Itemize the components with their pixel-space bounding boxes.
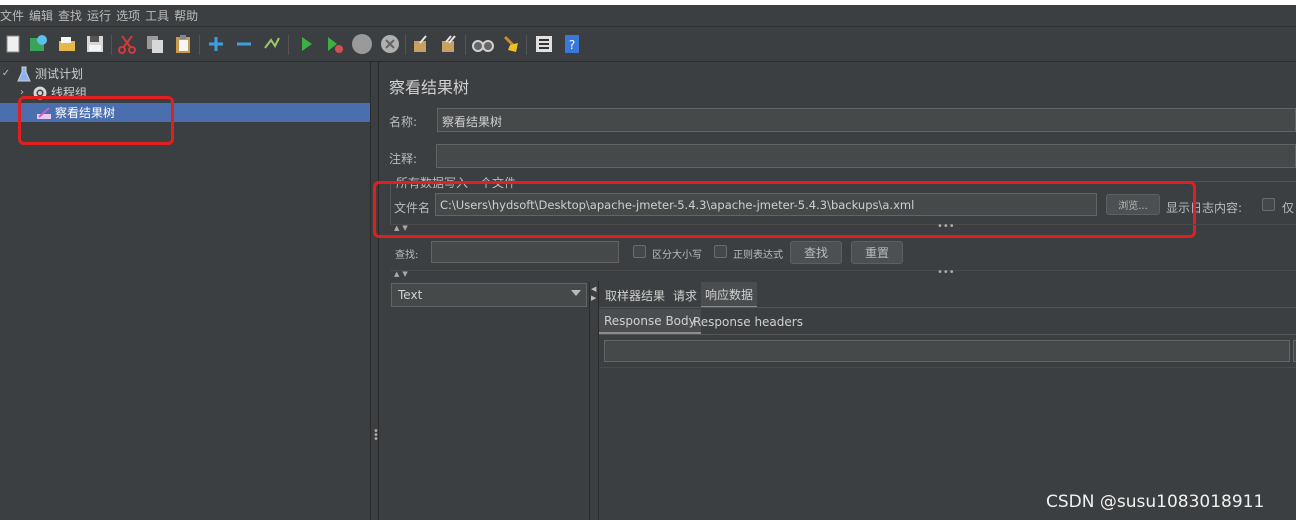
copy-icon[interactable] <box>144 33 166 55</box>
tree-node-label: 测试计划 <box>35 67 84 81</box>
save-icon[interactable] <box>84 33 106 55</box>
response-body-top <box>599 367 1296 368</box>
new-icon[interactable] <box>2 33 24 55</box>
case-sensitive-checkbox[interactable] <box>633 245 646 258</box>
menu-help[interactable]: 帮助 <box>174 7 203 24</box>
toggle-icon[interactable] <box>261 33 283 55</box>
divider <box>390 270 1296 276</box>
divider <box>390 224 1296 230</box>
menu-options[interactable]: 选项 <box>116 7 145 24</box>
renderer-select[interactable]: Text <box>391 283 587 307</box>
search-field[interactable] <box>431 241 619 263</box>
results-list[interactable] <box>390 282 590 520</box>
toolbar-separator <box>526 35 527 55</box>
pane-splitter[interactable] <box>370 62 379 520</box>
clear-icon[interactable] <box>410 33 432 55</box>
menu-edit[interactable]: 编辑 <box>29 7 58 24</box>
function-helper-icon[interactable] <box>533 33 555 55</box>
splitter-grip[interactable]: • • • <box>373 427 379 445</box>
tree-node-test-plan[interactable]: ✓ 测试计划 <box>0 64 370 83</box>
toolbar-separator <box>465 35 466 55</box>
tab-underline <box>599 307 1296 308</box>
start-no-pause-icon[interactable] <box>323 33 345 55</box>
cut-icon[interactable] <box>116 33 138 55</box>
tab-sampler-result[interactable]: 取样器结果 <box>601 282 669 308</box>
find-button[interactable]: 查找 <box>790 241 842 264</box>
reset-search-icon[interactable] <box>500 33 522 55</box>
case-sensitive-label: 区分大小写 <box>652 250 702 261</box>
toolbar-separator <box>288 35 289 55</box>
start-icon[interactable] <box>295 33 317 55</box>
toolbar-separator <box>199 35 200 55</box>
toolbar-separator <box>111 35 112 55</box>
divider-arrows[interactable]: ▲▼ <box>394 270 411 278</box>
subtab-underline <box>599 334 1296 335</box>
search-icon[interactable] <box>472 33 494 55</box>
stop-icon[interactable] <box>351 33 373 55</box>
subtab-response-headers[interactable]: Response headers <box>688 309 808 334</box>
clear-all-icon[interactable] <box>438 33 460 55</box>
subtab-response-body[interactable]: Response Body <box>599 309 701 334</box>
collapse-icon[interactable] <box>233 33 255 55</box>
reset-button[interactable]: 重置 <box>851 241 903 264</box>
chevron-down-icon[interactable]: ✓ <box>0 68 12 79</box>
menu-search[interactable]: 查找 <box>58 7 87 24</box>
renderer-select-value: Text <box>398 288 423 302</box>
open-icon[interactable] <box>56 33 78 55</box>
toolbar-separator <box>405 35 406 55</box>
regex-checkbox[interactable] <box>714 245 727 258</box>
name-field[interactable]: 察看结果树 <box>437 108 1296 132</box>
help-icon[interactable]: ? <box>561 33 583 55</box>
divider-grip[interactable]: ••• <box>937 222 955 232</box>
errors-only-label: 仅 <box>1282 201 1295 215</box>
paste-icon[interactable] <box>172 33 194 55</box>
tab-response-data[interactable]: 响应数据 <box>701 282 758 308</box>
templates-icon[interactable] <box>27 33 49 55</box>
page-title: 察看结果树 <box>389 78 470 97</box>
tab-request[interactable]: 请求 <box>669 282 701 308</box>
name-label: 名称: <box>389 115 418 129</box>
annotation-box-tree <box>18 96 174 145</box>
comment-field[interactable] <box>436 144 1296 168</box>
search-label: 查找: <box>395 250 419 261</box>
split-arrows[interactable]: ◀ ▶ <box>591 285 596 303</box>
svg-text:?: ? <box>569 38 575 52</box>
menu-tools[interactable]: 工具 <box>145 7 174 24</box>
comment-label: 注释: <box>389 152 418 166</box>
shutdown-icon[interactable] <box>379 33 401 55</box>
menu-run[interactable]: 运行 <box>87 7 116 24</box>
errors-only-checkbox[interactable] <box>1262 198 1275 211</box>
chevron-down-icon <box>571 290 581 296</box>
toolbar: ? <box>0 28 1296 62</box>
regex-label: 正则表达式 <box>733 250 783 261</box>
menu-bar: 文件 编辑 查找 运行 选项 工具 帮助 <box>0 5 1296 27</box>
expand-icon[interactable] <box>205 33 227 55</box>
divider-arrows[interactable]: ▲▼ <box>394 224 411 232</box>
watermark: CSDN @susu1083018911 <box>1046 492 1265 512</box>
divider-grip[interactable]: ••• <box>937 268 955 278</box>
test-plan-icon <box>16 66 32 82</box>
response-search-field[interactable] <box>604 340 1290 362</box>
menu-file[interactable]: 文件 <box>0 7 29 24</box>
